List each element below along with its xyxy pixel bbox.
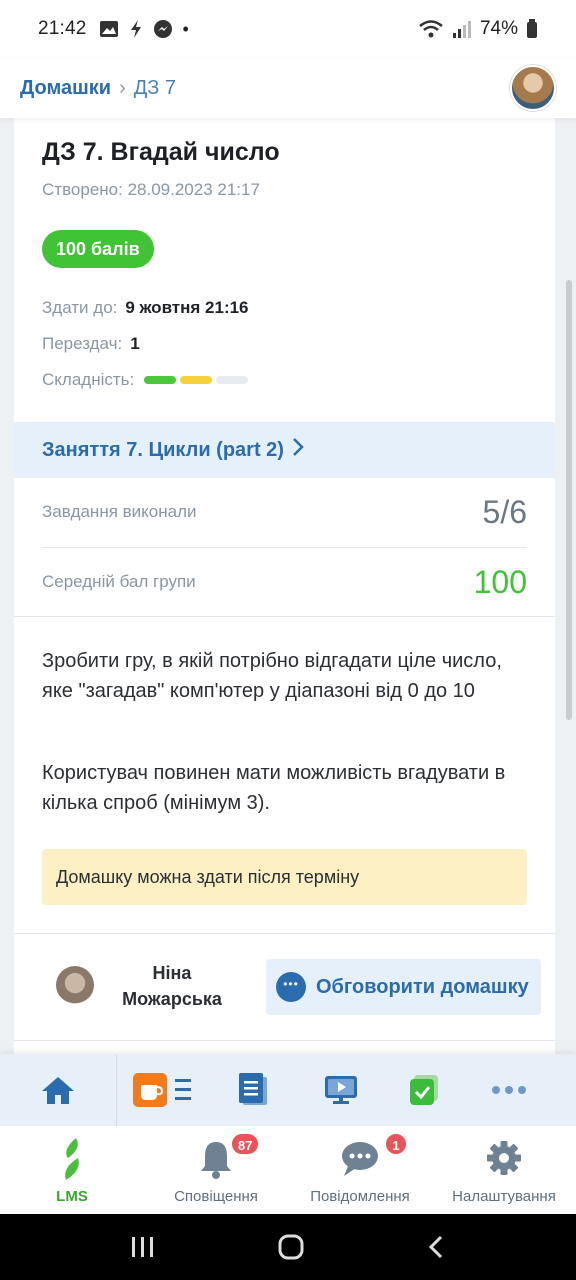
avg-score-label: Середній бал групи	[42, 572, 196, 591]
status-right: 74%	[418, 18, 538, 40]
document-icon	[239, 1073, 267, 1105]
deadline-row: Здати до: 9 жовтня 21:16	[42, 298, 249, 318]
discuss-homework-button[interactable]: Обговорити домашку	[266, 959, 541, 1015]
completed-label: Завдання виконали	[42, 502, 197, 521]
difficulty-segment	[180, 376, 213, 384]
homework-check-button[interactable]	[383, 1054, 467, 1126]
breadcrumb-homeworks-link[interactable]: Домашки	[20, 77, 111, 100]
page-title: ДЗ 7. Вгадай число	[42, 138, 280, 166]
nav-settings[interactable]: Налаштування	[432, 1126, 576, 1214]
nav-messages[interactable]: 1 Повідомлення	[288, 1126, 432, 1214]
resubmits-value: 1	[130, 334, 140, 353]
system-nav-bar	[0, 1214, 576, 1280]
lesson-title: Заняття 7. Цикли (part 2)	[42, 438, 284, 461]
checkmark-icon	[410, 1075, 438, 1105]
completed-value: 5/6	[482, 493, 527, 530]
content-scroll[interactable]: ДЗ 7. Вгадай число Створено: 28.09.2023 …	[0, 118, 576, 1054]
battery-icon	[527, 19, 537, 38]
chat-icon	[342, 1142, 378, 1176]
home-circle-icon[interactable]	[277, 1233, 305, 1261]
description-paragraph: Зробити гру, в якій потрібно відгадати ц…	[42, 650, 502, 702]
quick-toolbar	[0, 1054, 576, 1126]
resubmits-label: Перездач:	[42, 334, 123, 353]
recent-apps-icon[interactable]	[130, 1235, 156, 1259]
back-icon[interactable]	[426, 1234, 446, 1260]
late-submission-notice: Домашку можна здати після терміну	[42, 849, 527, 905]
created-value: 28.09.2023 21:17	[127, 180, 260, 199]
nav-notifications-label: Сповіщення	[174, 1188, 258, 1205]
nav-notifications[interactable]: 87 Сповіщення	[144, 1126, 288, 1214]
avg-score-stat: Середній бал групи 100	[42, 548, 527, 616]
created-label: Створено:	[42, 180, 123, 199]
bottom-nav: LMS 87 Сповіщення 1 Повідомлення Налашту…	[0, 1126, 576, 1214]
bolt-icon	[130, 20, 141, 38]
difficulty-row: Складність:	[42, 370, 249, 390]
presentation-icon	[325, 1076, 357, 1104]
created-date: Створено: 28.09.2023 21:17	[42, 180, 260, 200]
documents-button[interactable]	[209, 1054, 299, 1126]
scrollbar[interactable]	[566, 280, 572, 720]
difficulty-segment	[216, 376, 249, 384]
avatar[interactable]	[510, 65, 556, 111]
more-button[interactable]	[467, 1054, 551, 1126]
wifi-icon	[419, 20, 443, 38]
status-time: 21:42	[38, 18, 87, 39]
bell-icon	[201, 1142, 231, 1179]
nav-messages-label: Повідомлення	[310, 1188, 410, 1205]
messenger-icon	[153, 20, 172, 38]
nav-settings-label: Налаштування	[452, 1188, 556, 1205]
discuss-label: Обговорити домашку	[316, 975, 529, 998]
messages-badge: 1	[384, 1132, 408, 1156]
author-name: Ніна Можарська	[122, 963, 222, 1009]
nav-lms-label: LMS	[56, 1188, 88, 1205]
divider	[14, 616, 555, 617]
battery-percent: 74%	[479, 18, 518, 39]
coffee-menu-button[interactable]	[117, 1054, 209, 1126]
notifications-badge: 87	[230, 1132, 261, 1156]
deadline-value: 9 жовтня 21:16	[125, 298, 249, 317]
breadcrumb-current: ДЗ 7	[133, 76, 177, 99]
coffee-list-icon	[133, 1073, 191, 1107]
lms-logo-icon	[65, 1138, 79, 1180]
video-lessons-button[interactable]	[299, 1054, 383, 1126]
lesson-link[interactable]: Заняття 7. Цикли (part 2)	[14, 422, 555, 478]
difficulty-segment	[144, 376, 177, 384]
gear-icon	[487, 1141, 521, 1175]
status-bar: 21:42 • 74%	[0, 0, 576, 58]
chevron-right-icon: ›	[119, 76, 126, 99]
status-notification-icons: •	[99, 19, 189, 40]
divider	[14, 1040, 555, 1041]
avg-score-value: 100	[473, 563, 527, 600]
description-paragraph: Користувач повинен мати можливість вгаду…	[42, 762, 506, 814]
homework-card: ДЗ 7. Вгадай число Створено: 28.09.2023 …	[14, 118, 555, 1054]
author-avatar	[56, 966, 94, 1004]
deadline-label: Здати до:	[42, 298, 118, 317]
more-dots-icon	[492, 1086, 526, 1094]
signal-icon	[452, 21, 471, 38]
home-button[interactable]	[0, 1054, 116, 1126]
home-icon	[42, 1077, 74, 1104]
divider	[14, 933, 555, 934]
chevron-right-icon	[292, 437, 304, 463]
dot-icon: •	[182, 18, 189, 39]
chat-bubble-icon	[276, 972, 306, 1002]
points-badge: 100 балів	[42, 230, 154, 268]
header: Домашки › ДЗ 7	[0, 58, 576, 118]
resubmits-row: Перездач: 1	[42, 334, 140, 354]
difficulty-label: Складність:	[42, 370, 135, 389]
nav-lms[interactable]: LMS	[0, 1126, 144, 1214]
gallery-icon	[99, 21, 118, 37]
completed-stat: Завдання виконали 5/6	[42, 478, 527, 546]
difficulty-meter	[144, 376, 249, 384]
